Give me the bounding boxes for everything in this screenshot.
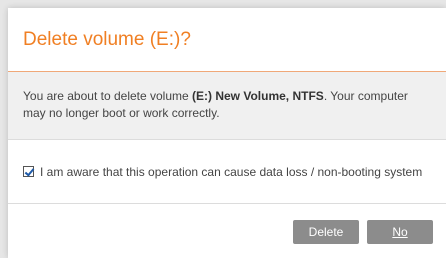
warning-message: You are about to delete volume (E:) New … [8,72,446,140]
dialog-title: Delete volume (E:)? [23,29,191,50]
dialog-footer: Delete No [8,204,446,258]
no-button-label: No [392,225,408,239]
volume-name: (E:) New Volume, NTFS [192,89,324,103]
delete-button[interactable]: Delete [293,220,359,244]
confirm-checkbox[interactable] [23,166,34,177]
confirm-checkbox-row[interactable]: I am aware that this operation can cause… [8,140,446,204]
message-prefix: You are about to delete volume [23,89,193,103]
dialog-header: Delete volume (E:)? [8,8,446,72]
no-button[interactable]: No [367,220,433,244]
delete-volume-dialog: Delete volume (E:)? You are about to del… [8,8,446,258]
confirm-checkbox-label[interactable]: I am aware that this operation can cause… [40,165,422,179]
